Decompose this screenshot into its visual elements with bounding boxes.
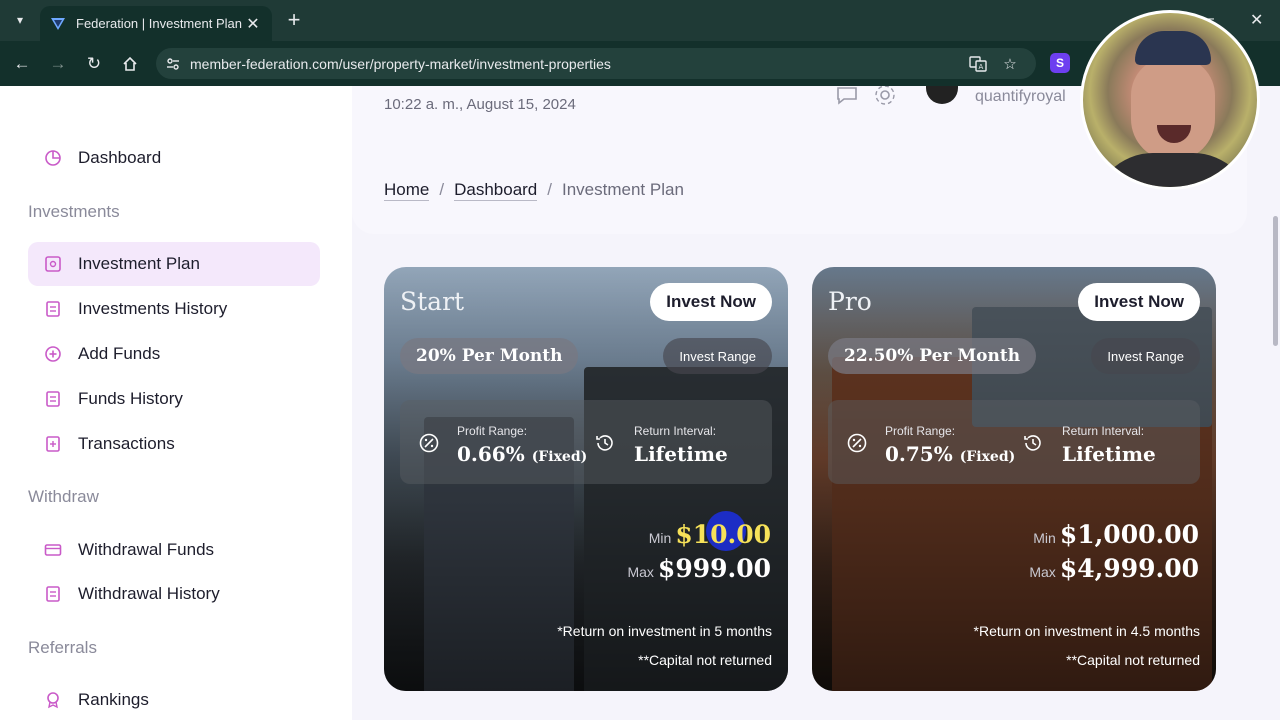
user-avatar[interactable] [926,86,958,104]
tab-title: Federation | Investment Plan [76,16,242,31]
plan-name: Pro [828,287,872,316]
invest-range-badge: Invest Range [1091,338,1200,374]
sidebar-item-investments-history[interactable]: Investments History [28,287,320,331]
sidebar-item-label: Withdrawal History [78,584,220,603]
section-heading-withdraw: Withdraw [28,487,99,506]
breadcrumb-separator: / [439,180,445,199]
history-clock-icon [596,435,613,451]
svg-text:A: A [979,63,984,71]
invest-now-button[interactable]: Invest Now [650,283,772,321]
address-bar[interactable]: member-federation.com/user/property-mark… [156,48,1036,79]
list-icon [28,300,78,318]
history-clock-icon [1024,435,1041,451]
sidebar-item-funds-history[interactable]: Funds History [28,377,320,421]
translate-icon[interactable]: A [968,54,988,74]
window-close-icon[interactable]: ✕ [1250,10,1263,30]
capital-note: **Capital not returned [1066,652,1200,668]
max-amount: Max $4,999.00 [1029,554,1199,583]
tab-close-icon[interactable]: ✕ [244,14,262,34]
transactions-icon [28,435,78,453]
webcam-overlay [1080,10,1260,190]
return-interval-value: Lifetime [634,442,728,466]
sidebar-item-label: Funds History [78,389,183,408]
new-tab-icon[interactable]: + [282,8,306,32]
sidebar-item-label: Investments History [78,299,228,318]
breadcrumb-home-link[interactable]: Home [384,180,430,201]
browser-tab-active[interactable]: Federation | Investment Plan ✕ [40,6,272,41]
list-icon [28,585,78,603]
sidebar-item-label: Investment Plan [78,254,200,273]
breadcrumb-separator: / [547,180,552,199]
presenter-shirt [1093,153,1253,187]
card-icon [28,541,78,559]
rate-badge: 20% Per Month [400,338,579,374]
sidebar-item-label: Dashboard [78,148,162,167]
invest-now-button[interactable]: Invest Now [1078,283,1200,321]
current-datetime: 10:22 a. m., August 15, 2024 [384,96,576,113]
sidebar-item-label: Add Funds [78,344,161,363]
return-interval-label: Return Interval: [1062,424,1145,438]
plan-card-pro: Pro Invest Now 22.50% Per Month Invest R… [812,267,1216,691]
profit-range-value: 0.66% (Fixed) [457,442,588,466]
section-heading-investments: Investments [28,202,120,221]
percent-badge-icon [419,433,439,453]
presenter-cap [1135,31,1211,65]
breadcrumb: Home / Dashboard / Investment Plan [384,180,684,201]
settings-icon[interactable] [872,86,898,108]
url-text: member-federation.com/user/property-mark… [190,55,611,72]
trophy-icon [28,691,78,709]
presenter-face [1131,57,1215,161]
plan-card-start: Start Invest Now 20% Per Month Invest Ra… [384,267,788,691]
chat-icon[interactable] [834,86,860,108]
sidebar-item-label: Transactions [78,434,175,453]
sidebar-item-add-funds[interactable]: Add Funds [28,332,320,376]
plan-icon [28,255,78,273]
sidebar-item-rankings[interactable]: Rankings [28,678,320,720]
breadcrumb-current: Investment Plan [562,180,684,199]
profit-range-label: Profit Range: [457,424,528,438]
breadcrumb-dashboard-link[interactable]: Dashboard [454,180,538,201]
capital-note: **Capital not returned [638,652,772,668]
return-interval-value: Lifetime [1062,442,1156,466]
min-amount: Min $1,000.00 [1033,520,1199,549]
scrollbar-thumb[interactable] [1273,216,1278,346]
page-scrollbar[interactable] [1272,86,1280,720]
return-note: *Return on investment in 4.5 months [973,623,1200,639]
sidebar-item-transactions[interactable]: Transactions [28,422,320,466]
tab-search-menu-icon[interactable]: ▾ [8,8,32,32]
federation-favicon-icon [51,17,65,30]
rate-badge: 22.50% Per Month [828,338,1037,374]
sidebar-item-label: Rankings [78,690,149,709]
profit-range-value: 0.75% (Fixed) [885,442,1016,466]
forward-arrow-icon[interactable]: → [46,52,70,76]
plan-name: Start [400,287,465,316]
return-note: *Return on investment in 5 months [557,623,772,639]
sidebar-item-dashboard[interactable]: Dashboard [28,136,320,180]
home-icon[interactable] [118,52,142,76]
back-arrow-icon[interactable]: ← [10,52,34,76]
return-interval-label: Return Interval: [634,424,717,438]
sidebar: Dashboard Investments Investment Plan In… [0,86,352,720]
profit-range-label: Profit Range: [885,424,956,438]
pie-chart-icon [28,149,78,167]
extension-icon[interactable]: S [1050,53,1070,73]
plus-circle-icon [28,345,78,363]
section-heading-referrals: Referrals [28,638,97,657]
min-amount: Min $10.00 [648,520,771,549]
bookmark-star-icon[interactable]: ☆ [1000,54,1020,74]
percent-badge-icon [847,433,867,453]
site-info-icon[interactable] [156,56,190,72]
sidebar-item-withdrawal-history[interactable]: Withdrawal History [28,572,320,616]
sidebar-item-withdrawal-funds[interactable]: Withdrawal Funds [28,528,320,572]
plan-info-panel: Profit Range: 0.75% (Fixed) Return Inter… [828,400,1200,484]
sidebar-item-label: Withdrawal Funds [78,540,215,559]
sidebar-item-investment-plan[interactable]: Investment Plan [28,242,320,286]
plan-info-panel: Profit Range: 0.66% (Fixed) Return Inter… [400,400,772,484]
reload-icon[interactable]: ↻ [82,52,106,76]
invest-range-badge: Invest Range [663,338,772,374]
max-amount: Max $999.00 [627,554,771,583]
list-icon [28,390,78,408]
username[interactable]: quantifyroyal [975,88,1066,106]
browser-tab-strip: ▾ Federation | Investment Plan ✕ + — ✕ [0,0,1280,41]
